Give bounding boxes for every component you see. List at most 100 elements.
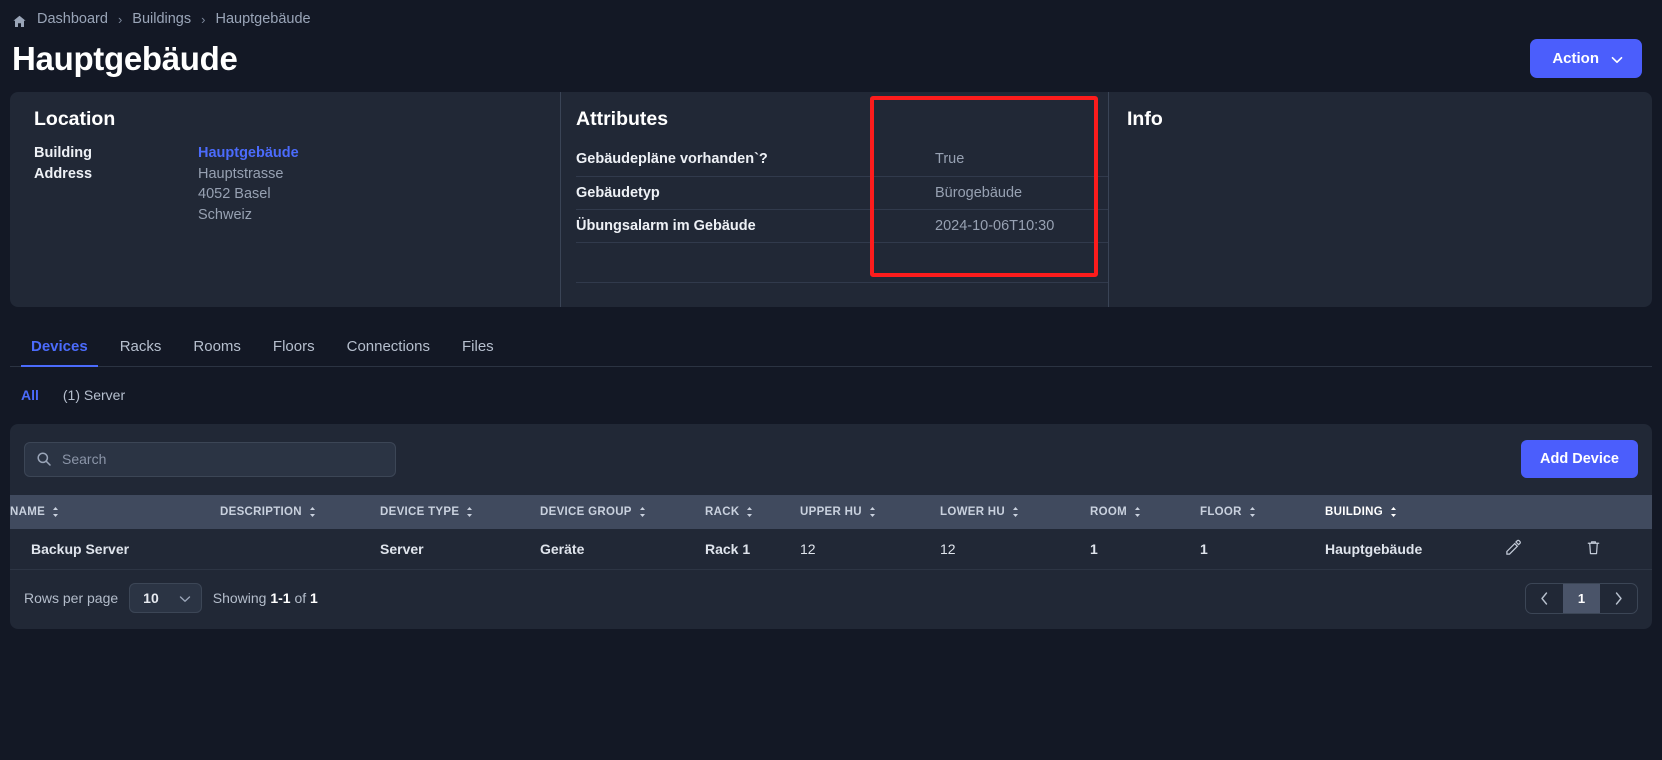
breadcrumb-item-dashboard[interactable]: Dashboard: [37, 11, 108, 27]
sort-icon[interactable]: [308, 506, 317, 518]
cell-device-group: Geräte: [540, 529, 705, 569]
attribute-key: Gebäudepläne vorhanden`?: [576, 143, 898, 176]
trash-icon[interactable]: [1585, 539, 1602, 556]
cell-rack: Rack 1: [705, 529, 800, 569]
subtab-server[interactable]: (1) Server: [63, 387, 125, 403]
column-header-name[interactable]: NAME: [10, 495, 220, 529]
action-button-label: Action: [1552, 50, 1599, 67]
action-button[interactable]: Action: [1530, 39, 1642, 78]
column-header-lower-hu[interactable]: LOWER HU: [940, 495, 1090, 529]
attribute-key: Gebäudetyp: [576, 176, 898, 209]
sort-icon[interactable]: [1133, 506, 1142, 518]
home-icon[interactable]: [12, 14, 27, 29]
location-building-label: Building: [34, 143, 198, 164]
cell-delete: [1585, 529, 1652, 569]
column-header-upper-hu[interactable]: UPPER HU: [800, 495, 940, 529]
sort-icon[interactable]: [745, 506, 754, 518]
chevron-left-icon: [1540, 592, 1549, 605]
breadcrumb-separator-icon: ›: [201, 12, 205, 27]
pagination-prev-button[interactable]: [1526, 584, 1563, 613]
page-title: Hauptgebäude: [12, 40, 238, 78]
breadcrumb-separator-icon: ›: [118, 12, 122, 27]
chevron-down-icon: [1611, 53, 1623, 65]
tab-rooms[interactable]: Rooms: [177, 330, 257, 366]
sort-icon[interactable]: [1389, 506, 1398, 518]
location-address-row: Address Hauptstrasse 4052 Basel Schweiz: [34, 164, 560, 226]
address-line: Schweiz: [198, 205, 283, 226]
cell-upper-hu: 12: [800, 529, 940, 569]
attributes-table: Gebäudepläne vorhanden`? True Gebäudetyp…: [576, 143, 1108, 283]
column-header-description[interactable]: DESCRIPTION: [220, 495, 380, 529]
sort-icon[interactable]: [638, 506, 647, 518]
cell-lower-hu: 12: [940, 529, 1090, 569]
attribute-row: Gebäudetyp Bürogebäude: [576, 176, 1108, 209]
cell-floor: 1: [1200, 529, 1325, 569]
breadcrumb-item-buildings[interactable]: Buildings: [132, 11, 191, 27]
attribute-row: Gebäudepläne vorhanden`? True: [576, 143, 1108, 176]
location-panel: Location Building Hauptgebäude Address H…: [10, 92, 560, 307]
pagination-next-button[interactable]: [1600, 584, 1637, 613]
showing-total: 1: [310, 590, 318, 606]
attribute-value: Bürogebäude: [898, 176, 1108, 209]
tab-devices[interactable]: Devices: [15, 330, 104, 366]
cell-description: [220, 529, 380, 569]
pagination-page-1[interactable]: 1: [1563, 584, 1600, 613]
location-address-label: Address: [34, 164, 198, 226]
column-header-building[interactable]: BUILDING: [1325, 495, 1505, 529]
cell-building: Hauptgebäude: [1325, 529, 1505, 569]
attribute-value: 2024-10-06T10:30: [898, 209, 1108, 242]
info-panel: Info: [1108, 92, 1652, 307]
breadcrumb-item-current: Hauptgebäude: [215, 11, 310, 27]
attribute-value: True: [898, 143, 1108, 176]
breadcrumb: Dashboard › Buildings › Hauptgebäude: [0, 0, 1662, 27]
column-header-device-type[interactable]: DEVICE TYPE: [380, 495, 540, 529]
tab-floors[interactable]: Floors: [257, 330, 331, 366]
add-device-button[interactable]: Add Device: [1521, 440, 1638, 478]
rows-per-page-label: Rows per page: [24, 590, 118, 606]
tab-connections[interactable]: Connections: [331, 330, 446, 366]
column-header-device-group[interactable]: DEVICE GROUP: [540, 495, 705, 529]
rows-per-page-group: Rows per page 10 Showing 1-1 of 1: [24, 583, 318, 613]
location-address-value: Hauptstrasse 4052 Basel Schweiz: [198, 164, 283, 226]
subtab-all[interactable]: All: [21, 387, 39, 403]
column-header-floor[interactable]: FLOOR: [1200, 495, 1325, 529]
tab-files[interactable]: Files: [446, 330, 510, 366]
address-line: Hauptstrasse: [198, 164, 283, 185]
cell-edit: [1505, 529, 1585, 569]
chevron-down-icon: [179, 592, 191, 604]
entity-tabs: Devices Racks Rooms Floors Connections F…: [10, 330, 1652, 367]
chevron-right-icon: [1614, 592, 1623, 605]
sort-icon[interactable]: [868, 506, 877, 518]
attribute-row-empty: [576, 242, 1108, 282]
devices-card: Add Device NAME DESCRIPTION DEVICE TYPE …: [10, 424, 1652, 629]
table-header-row: NAME DESCRIPTION DEVICE TYPE DEVICE GROU…: [10, 495, 1652, 529]
page-header: Hauptgebäude Action: [0, 27, 1662, 92]
sort-icon[interactable]: [1248, 506, 1257, 518]
attributes-panel-title: Attributes: [576, 108, 1108, 131]
search-wrapper: [24, 442, 396, 477]
table-footer: Rows per page 10 Showing 1-1 of 1 1: [10, 570, 1652, 629]
location-panel-title: Location: [34, 108, 560, 131]
edit-icon[interactable]: [1505, 539, 1522, 556]
attribute-key: Übungsalarm im Gebäude: [576, 209, 898, 242]
tab-racks[interactable]: Racks: [104, 330, 178, 366]
column-header-edit: [1505, 495, 1585, 529]
sort-icon[interactable]: [51, 506, 60, 518]
column-header-rack[interactable]: RACK: [705, 495, 800, 529]
search-input[interactable]: [24, 442, 396, 477]
location-building-link[interactable]: Hauptgebäude: [198, 143, 299, 164]
showing-status: Showing 1-1 of 1: [213, 590, 318, 606]
table-row[interactable]: Backup Server Server Geräte Rack 1 12 12…: [10, 529, 1652, 569]
attribute-row: Übungsalarm im Gebäude 2024-10-06T10:30: [576, 209, 1108, 242]
showing-range: 1-1: [270, 590, 290, 606]
sort-icon[interactable]: [1011, 506, 1020, 518]
column-header-room[interactable]: ROOM: [1090, 495, 1200, 529]
devices-table: NAME DESCRIPTION DEVICE TYPE DEVICE GROU…: [10, 495, 1652, 570]
cell-name: Backup Server: [10, 529, 220, 569]
address-line: 4052 Basel: [198, 184, 283, 205]
sort-icon[interactable]: [465, 506, 474, 518]
location-building-row: Building Hauptgebäude: [34, 143, 560, 164]
rows-per-page-select[interactable]: 10: [129, 583, 202, 613]
summary-panels: Location Building Hauptgebäude Address H…: [10, 92, 1652, 307]
devices-toolbar: Add Device: [10, 424, 1652, 495]
